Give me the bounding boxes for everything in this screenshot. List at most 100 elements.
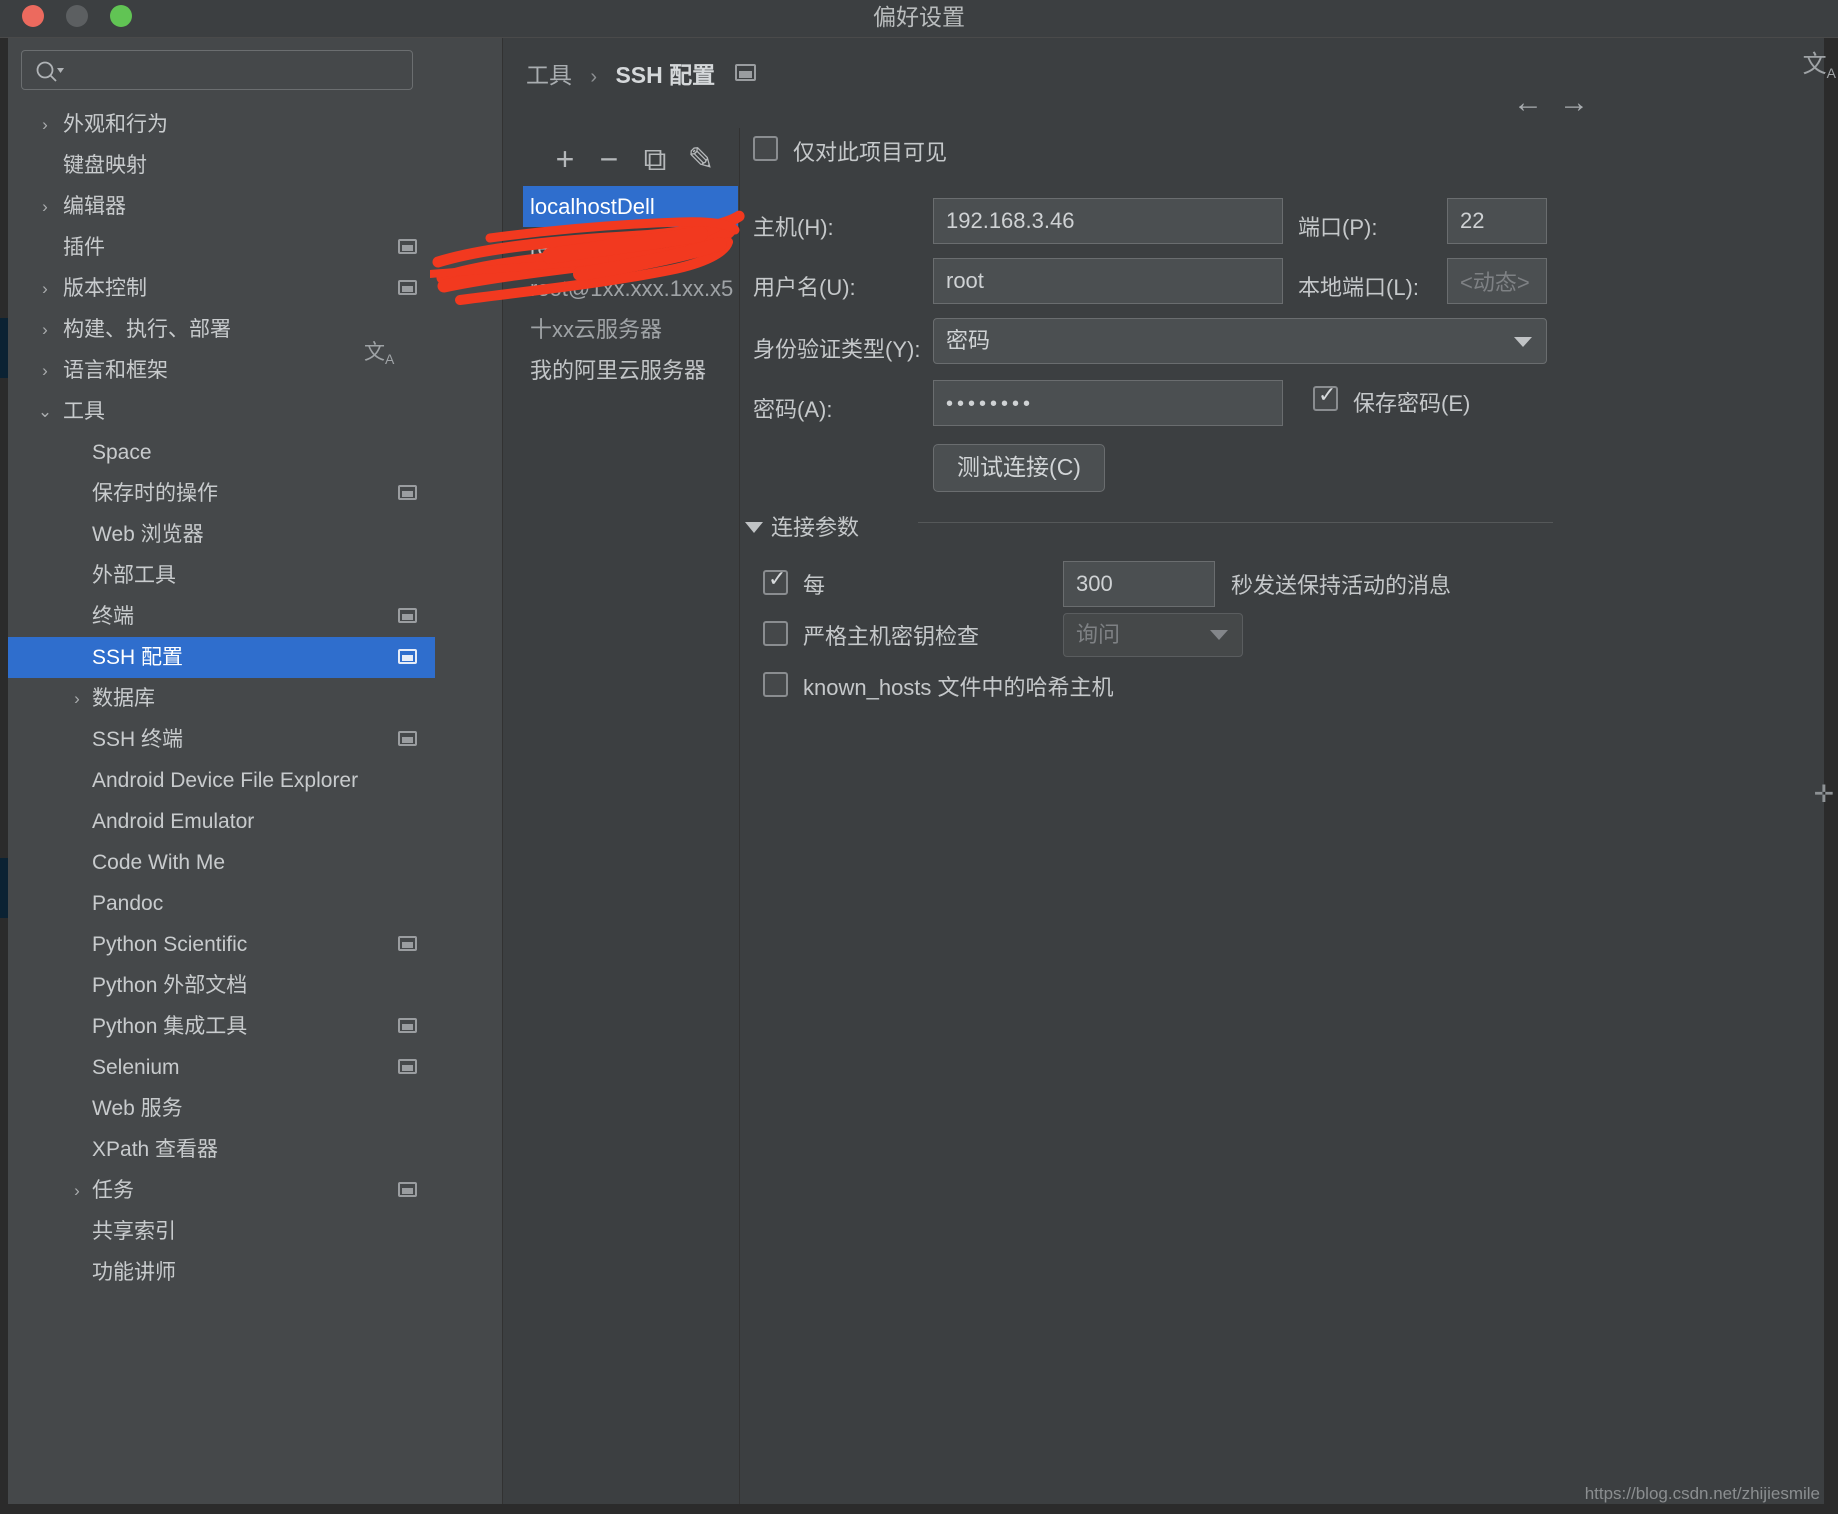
- strict-host-key-checkbox[interactable]: [763, 621, 788, 646]
- sidebar-item-label: 外观和行为: [63, 113, 168, 136]
- chevron-down-icon-strict: [1210, 630, 1228, 640]
- breadcrumb-separator: ›: [590, 66, 598, 88]
- remove-config-button[interactable]: −: [589, 138, 629, 182]
- chevron-right-icon[interactable]: ›: [34, 186, 56, 227]
- chevron-right-icon[interactable]: ›: [34, 309, 56, 350]
- strict-host-key-select[interactable]: 询问: [1063, 613, 1243, 657]
- visible-only-project-label: 仅对此项目可见: [793, 140, 948, 165]
- strict-host-key-label: 严格主机密钥检查: [803, 624, 980, 649]
- sidebar-item-label: 版本控制: [63, 277, 147, 300]
- chevron-down-icon[interactable]: ⌄: [34, 391, 56, 432]
- window-title: 偏好设置: [873, 4, 965, 30]
- chevron-right-icon[interactable]: ›: [34, 350, 56, 391]
- local-port-label: 本地端口(L):: [1298, 275, 1420, 300]
- sidebar-item-24[interactable]: Web 服务: [8, 1088, 435, 1129]
- project-scope-badge-icon: [398, 1182, 417, 1197]
- section-collapse-icon[interactable]: [745, 522, 763, 533]
- ssh-config-item[interactable]: root@1xx.xxx.1xx.x5: [523, 268, 738, 309]
- nav-back-button[interactable]: ←: [1513, 88, 1543, 118]
- chevron-down-icon: [1514, 337, 1532, 347]
- project-scope-badge-icon: [398, 280, 417, 295]
- edit-config-button[interactable]: ✎: [681, 138, 721, 182]
- search-input[interactable]: [70, 51, 408, 89]
- password-label: 密码(A):: [753, 397, 833, 422]
- sidebar-item-10[interactable]: Web 浏览器: [8, 514, 435, 555]
- ssh-config-item[interactable]: 十xx云服务器: [523, 309, 738, 350]
- auth-type-select[interactable]: 密码: [933, 318, 1547, 364]
- hash-known-hosts-label: known_hosts 文件中的哈希主机: [803, 675, 1114, 700]
- ssh-config-list-toolbar: + − ⧉ ✎: [523, 138, 748, 188]
- copy-config-button[interactable]: ⧉: [635, 138, 675, 182]
- sidebar-item-label: 功能讲师: [92, 1261, 176, 1284]
- port-input[interactable]: [1447, 198, 1547, 244]
- sidebar-item-1[interactable]: 键盘映射: [8, 145, 435, 186]
- settings-detail-pane: 工具 › SSH 配置 ← → + − ⧉ ✎ localhostDell rem…: [503, 38, 1838, 1514]
- sidebar-item-label: Python 集成工具: [92, 1015, 248, 1038]
- nav-forward-button[interactable]: →: [1559, 88, 1589, 118]
- sidebar-item-8[interactable]: Space: [8, 432, 435, 473]
- sidebar-item-20[interactable]: Python Scientific: [8, 924, 435, 965]
- sidebar-item-15[interactable]: SSH 终端: [8, 719, 435, 760]
- sidebar-item-label: 共享索引: [92, 1220, 176, 1243]
- password-input[interactable]: ••••••••: [933, 380, 1283, 426]
- password-masked-value: ••••••••: [946, 393, 1035, 415]
- ssh-config-list: localhostDell remoteDell root@1xx.xxx.1xx.…: [523, 186, 738, 416]
- sidebar-item-22[interactable]: Python 集成工具: [8, 1006, 435, 1047]
- sidebar-item-3[interactable]: 插件: [8, 227, 435, 268]
- sidebar-item-25[interactable]: XPath 查看器: [8, 1129, 435, 1170]
- chevron-right-icon[interactable]: ›: [34, 104, 56, 145]
- hash-known-hosts-checkbox[interactable]: [763, 672, 788, 697]
- keepalive-seconds-input[interactable]: [1063, 561, 1215, 607]
- sidebar-item-14[interactable]: › 数据库: [8, 678, 435, 719]
- sidebar-item-label: Android Emulator: [92, 810, 255, 833]
- test-connection-button[interactable]: 测试连接(C): [933, 444, 1105, 492]
- sidebar-item-19[interactable]: Pandoc: [8, 883, 435, 924]
- save-password-checkbox[interactable]: [1313, 382, 1338, 411]
- username-input[interactable]: [933, 258, 1283, 304]
- chevron-right-icon[interactable]: ›: [66, 678, 88, 719]
- host-input[interactable]: [933, 198, 1283, 244]
- keepalive-checkbox[interactable]: [763, 566, 788, 595]
- sidebar-item-label: Code With Me: [92, 851, 226, 874]
- sidebar-item-13[interactable]: SSH 配置: [8, 637, 435, 678]
- sidebar-item-9[interactable]: 保存时的操作: [8, 473, 435, 514]
- sidebar-item-18[interactable]: Code With Me: [8, 842, 435, 883]
- right-edge-strip: [1824, 38, 1838, 1514]
- sidebar-item-16[interactable]: Android Device File Explorer: [8, 760, 435, 801]
- sidebar-item-21[interactable]: Python 外部文档: [8, 965, 435, 1006]
- project-scope-badge-icon: [398, 1018, 417, 1033]
- ssh-config-item[interactable]: remoteDell: [523, 227, 738, 268]
- sidebar-item-28[interactable]: 功能讲师: [8, 1252, 435, 1293]
- chevron-right-icon[interactable]: ›: [34, 268, 56, 309]
- sidebar-item-12[interactable]: 终端: [8, 596, 435, 637]
- sidebar-item-label: Space: [92, 441, 152, 464]
- visible-only-project-checkbox[interactable]: [753, 136, 778, 161]
- sidebar-item-23[interactable]: Selenium: [8, 1047, 435, 1088]
- port-label: 端口(P):: [1298, 215, 1378, 240]
- sidebar-item-17[interactable]: Android Emulator: [8, 801, 435, 842]
- sidebar-item-2[interactable]: › 编辑器: [8, 186, 435, 227]
- add-config-button[interactable]: +: [545, 138, 585, 182]
- sidebar-item-4[interactable]: › 版本控制: [8, 268, 435, 309]
- sidebar-item-11[interactable]: 外部工具: [8, 555, 435, 596]
- sidebar-item-26[interactable]: › 任务: [8, 1170, 435, 1211]
- sidebar-item-label: XPath 查看器: [92, 1138, 219, 1161]
- breadcrumb-root[interactable]: 工具: [526, 62, 572, 88]
- editor-edge-strip-blue-a: [0, 318, 8, 378]
- local-port-input[interactable]: [1447, 258, 1547, 304]
- search-box[interactable]: [21, 50, 413, 90]
- sidebar-item-27[interactable]: 共享索引: [8, 1211, 435, 1252]
- sidebar-item-7[interactable]: ⌄ 工具: [8, 391, 435, 432]
- ssh-config-item[interactable]: 我的阿里云服务器: [523, 350, 738, 391]
- sidebar-item-label: SSH 终端: [92, 728, 184, 751]
- plus-icon-right[interactable]: ✛: [1814, 780, 1834, 809]
- project-scope-badge-icon: [398, 649, 417, 664]
- sidebar-item-0[interactable]: › 外观和行为: [8, 104, 435, 145]
- sidebar-item-label: 外部工具: [92, 564, 176, 587]
- editor-edge-strip-blue-b: [0, 858, 8, 918]
- sidebar-item-label: Selenium: [92, 1056, 180, 1079]
- translate-icon-right[interactable]: 文A: [1803, 44, 1836, 81]
- chevron-right-icon[interactable]: ›: [66, 1170, 88, 1211]
- pane-divider: [739, 128, 740, 1514]
- ssh-config-item[interactable]: localhostDell: [523, 186, 738, 227]
